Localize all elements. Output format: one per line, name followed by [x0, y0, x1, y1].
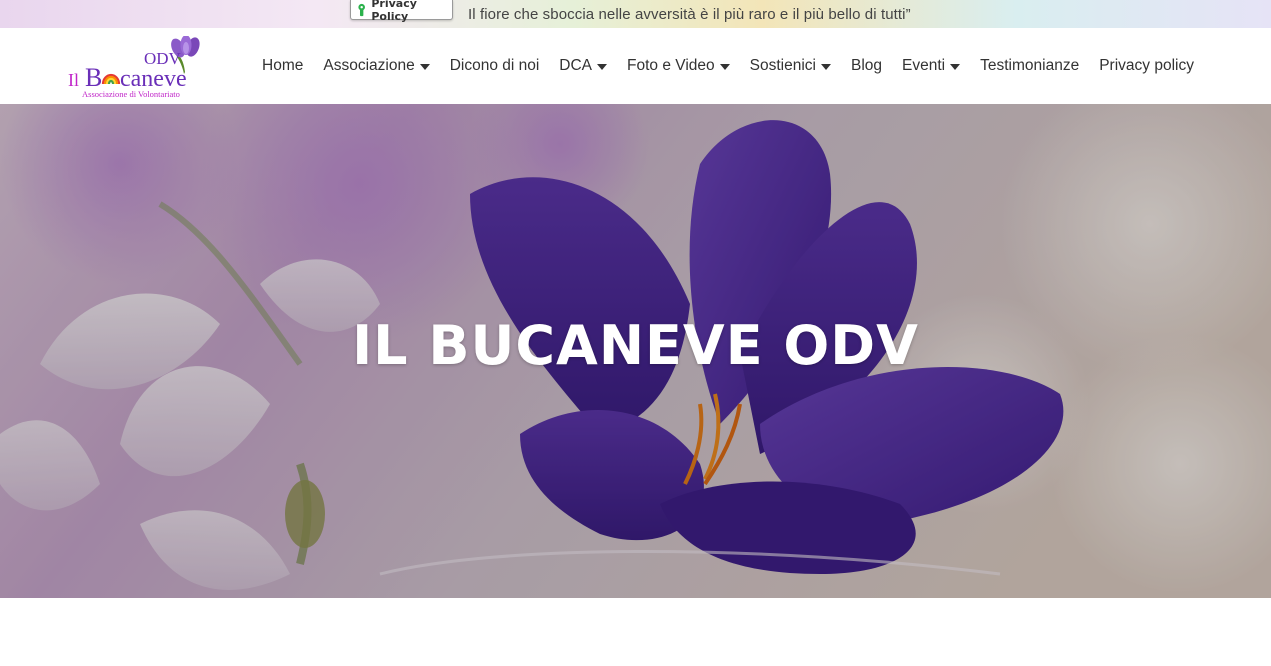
nav-item-label: Privacy policy	[1099, 57, 1194, 74]
caret-down-icon	[719, 64, 730, 70]
nav-item-label: Eventi	[902, 57, 946, 74]
nav-item-label: Dicono di noi	[449, 57, 540, 74]
nav-item-home[interactable]: Home	[252, 57, 313, 75]
hero-banner: IL BUCANEVE ODV	[0, 104, 1271, 598]
nav-item-privacy-policy[interactable]: Privacy policy	[1089, 57, 1204, 75]
caret-down-icon	[419, 64, 430, 70]
nav-item-label: Sostienici	[749, 57, 816, 74]
nav-item-label: Associazione	[323, 57, 415, 74]
hero-title: IL BUCANEVE ODV	[352, 314, 919, 377]
bucaneve-logo-graphic: ODV Il B caneve Associazione di Volontar…	[68, 35, 200, 99]
rainbow-u-icon	[101, 73, 121, 85]
top-quote-bar: Privacy Policy Il fiore che sboccia nell…	[0, 0, 1271, 28]
caret-down-icon	[597, 64, 608, 70]
logo-il-text: Il	[68, 70, 79, 90]
main-navigation: Home Associazione Dicono di noi DCA Foto…	[252, 28, 1204, 104]
nav-item-eventi[interactable]: Eventi	[892, 57, 970, 75]
nav-item-testimonianze[interactable]: Testimonianze	[970, 57, 1089, 75]
nav-item-foto-e-video[interactable]: Foto e Video	[617, 57, 740, 75]
logo-b-letter: B	[85, 63, 102, 92]
caret-down-icon	[821, 64, 831, 70]
privacy-policy-badge-label: Privacy Policy	[371, 0, 417, 23]
nav-item-sostienici[interactable]: Sostienici	[740, 57, 841, 75]
nav-item-dca[interactable]: DCA	[549, 57, 617, 75]
nav-item-dicono-di-noi[interactable]: Dicono di noi	[440, 57, 550, 75]
nav-item-label: Foto e Video	[627, 57, 715, 74]
nav-item-label: Testimonianze	[980, 57, 1080, 74]
nav-item-label: Home	[262, 57, 304, 74]
nav-item-associazione[interactable]: Associazione	[313, 57, 439, 75]
nav-item-blog[interactable]: Blog	[841, 57, 892, 75]
header-quote: Il fiore che sboccia nelle avversità è i…	[468, 6, 911, 23]
caret-down-icon	[950, 64, 961, 70]
site-header: ODV Il B caneve Associazione di Volontar…	[0, 28, 1271, 104]
nav-item-label: Blog	[851, 57, 883, 74]
keyhole-icon	[358, 3, 365, 16]
site-logo[interactable]: ODV Il B caneve Associazione di Volontar…	[66, 35, 216, 99]
logo-tagline: Associazione di Volontariato	[82, 89, 180, 98]
nav-item-label: DCA	[559, 57, 593, 74]
privacy-policy-badge[interactable]: Privacy Policy	[350, 0, 453, 23]
